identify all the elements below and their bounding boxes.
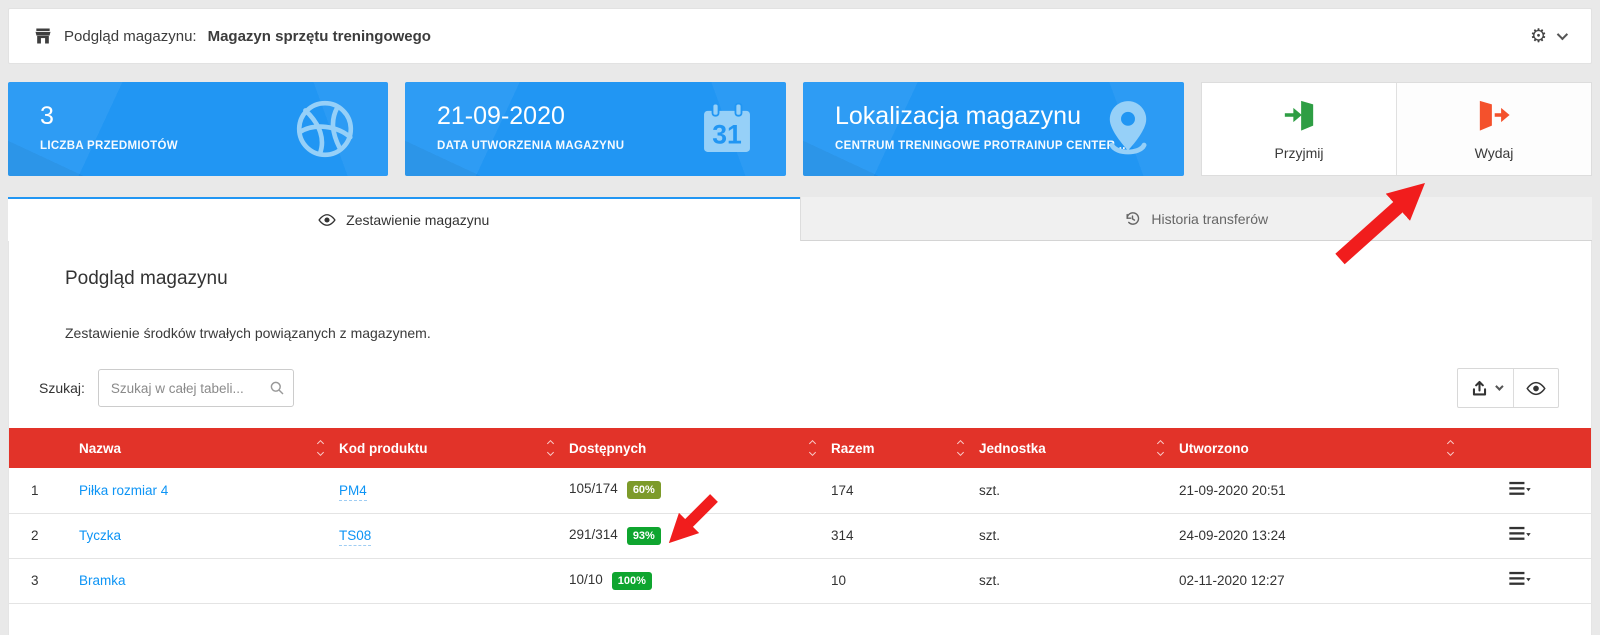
sort-icon[interactable] [1158, 441, 1163, 455]
row-menu-button[interactable] [1509, 526, 1531, 545]
hamburger-icon [1509, 526, 1531, 542]
tab-label: Zestawienie magazynu [346, 212, 489, 228]
column-header-code[interactable]: Kod produktu [339, 428, 569, 468]
receive-button-label: Przyjmij [1275, 145, 1324, 161]
item-code-link[interactable]: PM4 [339, 483, 367, 501]
visibility-button[interactable] [1513, 369, 1558, 407]
percent-badge: 60% [627, 481, 661, 499]
hamburger-icon [1509, 571, 1531, 587]
map-pin-icon [1102, 99, 1154, 159]
issue-button-label: Wydaj [1475, 145, 1514, 161]
history-icon [1124, 210, 1141, 227]
eye-icon [1526, 381, 1546, 396]
stat-card-items-count: 3 LICZBA PRZEDMIOTÓW [8, 82, 388, 176]
chevron-down-icon [1495, 382, 1503, 390]
storefront-icon [33, 26, 53, 46]
column-header-created[interactable]: Utworzono [1179, 428, 1469, 468]
eye-icon [318, 213, 336, 227]
column-header-name[interactable]: Nazwa [79, 428, 339, 468]
receive-button[interactable]: Przyjmij [1202, 83, 1396, 175]
items-table: Nazwa Kod produktu Dostępnych Razem Jedn… [9, 428, 1591, 604]
column-header-unit[interactable]: Jednostka [979, 428, 1179, 468]
table-row: 3 Bramka 10/10 100% 10 szt. 02-11-2020 12… [9, 558, 1591, 603]
stat-card-created-date: 21-09-2020 DATA UTWORZENIA MAGAZYNU 31 [405, 82, 786, 176]
created-value: 21-09-2020 20:51 [1179, 468, 1469, 513]
available-count: 105/174 [569, 481, 618, 496]
table-row: 1 Piłka rozmiar 4 PM4 105/174 60% 174 szt… [9, 468, 1591, 513]
door-in-icon [1282, 98, 1316, 132]
search-icon [269, 380, 285, 396]
row-index: 3 [9, 558, 79, 603]
search-label: Szukaj: [39, 380, 85, 396]
column-header-total[interactable]: Razem [831, 428, 979, 468]
export-button[interactable] [1458, 369, 1513, 407]
page-title-prefix: Podgląd magazynu: [64, 28, 197, 45]
door-out-icon [1477, 98, 1511, 132]
sort-icon[interactable] [810, 441, 815, 455]
page-title-warehouse-name: Magazyn sprzętu treningowego [208, 28, 431, 45]
section-subtitle: Zestawienie środków trwałych powiązanych… [65, 325, 1591, 341]
item-name-link[interactable]: Tyczka [79, 528, 121, 543]
percent-badge: 100% [612, 572, 652, 590]
tab-warehouse-summary[interactable]: Zestawienie magazynu [8, 197, 800, 241]
issue-button[interactable]: Wydaj [1396, 83, 1591, 175]
table-row: 2 Tyczka TS08 291/314 93% 314 szt. 24-09-… [9, 513, 1591, 558]
basketball-icon [292, 96, 358, 162]
item-code-link[interactable]: TS08 [339, 528, 371, 546]
warehouse-actions-panel: Przyjmij Wydaj [1201, 82, 1592, 176]
export-icon [1470, 379, 1489, 398]
svg-text:31: 31 [712, 120, 742, 150]
row-index: 2 [9, 513, 79, 558]
search-input[interactable] [98, 369, 294, 407]
sort-icon[interactable] [958, 441, 963, 455]
hamburger-icon [1509, 481, 1531, 497]
column-header-available[interactable]: Dostępnych [569, 428, 831, 468]
row-index: 1 [9, 468, 79, 513]
total-value: 314 [831, 513, 979, 558]
sort-icon[interactable] [318, 441, 323, 455]
tab-label: Historia transferów [1151, 211, 1268, 227]
unit-value: szt. [979, 513, 1179, 558]
gear-icon[interactable]: ⚙ [1530, 27, 1547, 46]
created-value: 02-11-2020 12:27 [1179, 558, 1469, 603]
warehouse-summary-panel: Podgląd magazynu Zestawienie środków trw… [8, 241, 1592, 635]
percent-badge: 93% [627, 527, 661, 545]
stat-card-location: Lokalizacja magazynu CENTRUM TRENINGOWE … [803, 82, 1184, 176]
item-name-link[interactable]: Piłka rozmiar 4 [79, 483, 168, 498]
unit-value: szt. [979, 558, 1179, 603]
item-name-link[interactable]: Bramka [79, 573, 126, 588]
chevron-down-icon[interactable] [1557, 29, 1568, 40]
page-header: Podgląd magazynu: Magazyn sprzętu trenin… [8, 8, 1592, 64]
total-value: 174 [831, 468, 979, 513]
calendar-icon: 31 [698, 100, 756, 158]
row-menu-button[interactable] [1509, 571, 1531, 590]
created-value: 24-09-2020 13:24 [1179, 513, 1469, 558]
available-count: 291/314 [569, 527, 618, 542]
unit-value: szt. [979, 468, 1179, 513]
tab-bar: Zestawienie magazynu Historia transferów [8, 197, 1592, 241]
page-title: Podgląd magazynu: Magazyn sprzętu trenin… [33, 26, 431, 46]
row-menu-button[interactable] [1509, 481, 1531, 500]
table-header-row: Nazwa Kod produktu Dostępnych Razem Jedn… [9, 428, 1591, 468]
column-header-actions [1469, 428, 1591, 468]
section-title: Podgląd magazynu [65, 268, 1591, 290]
total-value: 10 [831, 558, 979, 603]
tab-transfer-history[interactable]: Historia transferów [800, 197, 1593, 241]
column-header-index [9, 428, 79, 468]
sort-icon[interactable] [1448, 441, 1453, 455]
available-count: 10/10 [569, 572, 603, 587]
sort-icon[interactable] [548, 441, 553, 455]
